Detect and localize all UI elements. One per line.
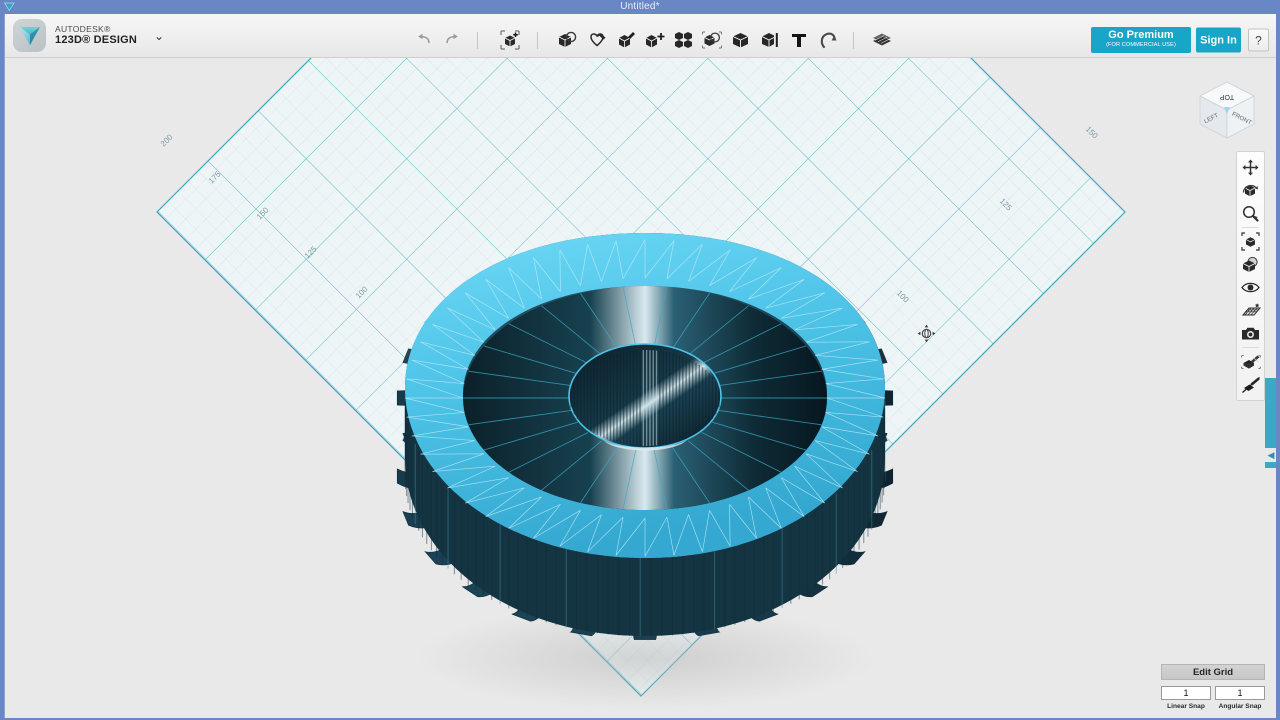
grid-tool[interactable] bbox=[1237, 299, 1264, 322]
scrollbar-left-arrow[interactable]: ◀ bbox=[1265, 448, 1276, 462]
grid-controls: Edit Grid Linear Snap Angular Snap bbox=[1161, 664, 1265, 710]
toolbar-separator bbox=[853, 32, 854, 49]
snap-button[interactable] bbox=[815, 27, 841, 53]
pan-tool[interactable] bbox=[1237, 156, 1264, 179]
navigation-toolbar bbox=[1236, 151, 1265, 401]
help-button[interactable]: ? bbox=[1248, 28, 1269, 52]
camera-tool[interactable] bbox=[1237, 322, 1264, 345]
toolbar-separator bbox=[477, 32, 478, 49]
material-tool[interactable] bbox=[1237, 350, 1264, 373]
redo-button[interactable] bbox=[439, 27, 465, 53]
linear-snap-input[interactable] bbox=[1161, 686, 1211, 700]
brand-product: 123D® DESIGN bbox=[55, 34, 138, 47]
construct-button[interactable] bbox=[642, 27, 668, 53]
sketch-button[interactable] bbox=[614, 27, 640, 53]
application-window: Untitled* AUTODESK® 123D® DESIGN ⌄ Go Pr… bbox=[0, 0, 1280, 720]
zoom-tool[interactable] bbox=[1237, 202, 1264, 225]
autodesk-logo-icon bbox=[13, 19, 46, 52]
undo-button[interactable] bbox=[411, 27, 437, 53]
new-object-button[interactable] bbox=[497, 27, 523, 53]
edit-grid-button[interactable]: Edit Grid bbox=[1161, 664, 1265, 680]
navbar-separator bbox=[1242, 227, 1259, 228]
visibility-tool[interactable] bbox=[1237, 276, 1264, 299]
go-premium-label: Go Premium bbox=[1108, 29, 1174, 41]
window-titlebar: Untitled* bbox=[0, 0, 1280, 14]
main-toolbar: AUTODESK® 123D® DESIGN ⌄ Go Premium (FOR… bbox=[5, 14, 1276, 58]
gear-turbine-mesh[interactable] bbox=[5, 58, 1276, 718]
linear-snap-label: Linear Snap bbox=[1167, 703, 1205, 710]
text-button[interactable] bbox=[786, 27, 812, 53]
pattern-button[interactable] bbox=[670, 27, 696, 53]
brand-company: AUTODESK® bbox=[55, 23, 111, 34]
brand-text: AUTODESK® 123D® DESIGN bbox=[55, 23, 138, 47]
fit-view-tool[interactable] bbox=[1237, 230, 1264, 253]
primitives-button[interactable] bbox=[585, 27, 611, 53]
modify-button[interactable] bbox=[728, 27, 754, 53]
brand-block: AUTODESK® 123D® DESIGN ⌄ bbox=[13, 19, 164, 52]
material-button[interactable] bbox=[869, 27, 895, 53]
orbit-cursor-icon bbox=[917, 324, 936, 343]
hide-show-tool[interactable] bbox=[1237, 253, 1264, 276]
viewport-canvas[interactable]: 200 175 150 125 100 100 125 150 TOP LEFT… bbox=[5, 58, 1276, 718]
snap-row: Linear Snap Angular Snap bbox=[1161, 683, 1265, 710]
combine-button[interactable] bbox=[699, 27, 725, 53]
linear-snap-cell: Linear Snap bbox=[1161, 683, 1211, 710]
angular-snap-label: Angular Snap bbox=[1218, 703, 1262, 710]
window-body: AUTODESK® 123D® DESIGN ⌄ Go Premium (FOR… bbox=[4, 14, 1276, 718]
chevron-down-icon[interactable]: ⌄ bbox=[154, 30, 164, 42]
transform-button[interactable] bbox=[554, 27, 580, 53]
window-title: Untitled* bbox=[620, 1, 660, 12]
angular-snap-input[interactable] bbox=[1215, 686, 1265, 700]
go-premium-sublabel: (FOR COMMERCIAL USE) bbox=[1106, 42, 1176, 48]
angular-snap-cell: Angular Snap bbox=[1215, 683, 1265, 710]
grouping-button[interactable] bbox=[757, 27, 783, 53]
sign-in-button[interactable]: Sign In bbox=[1196, 27, 1241, 53]
viewcube-top-label: TOP bbox=[1220, 93, 1235, 100]
measure-tool[interactable] bbox=[1237, 373, 1264, 396]
navbar-separator bbox=[1242, 347, 1259, 348]
toolbar-separator bbox=[537, 32, 538, 49]
go-premium-button[interactable]: Go Premium (FOR COMMERCIAL USE) bbox=[1091, 27, 1191, 53]
gear-center-bore bbox=[568, 343, 722, 449]
view-cube[interactable]: TOP LEFT FRONT bbox=[1191, 74, 1263, 150]
orbit-tool[interactable] bbox=[1237, 179, 1264, 202]
